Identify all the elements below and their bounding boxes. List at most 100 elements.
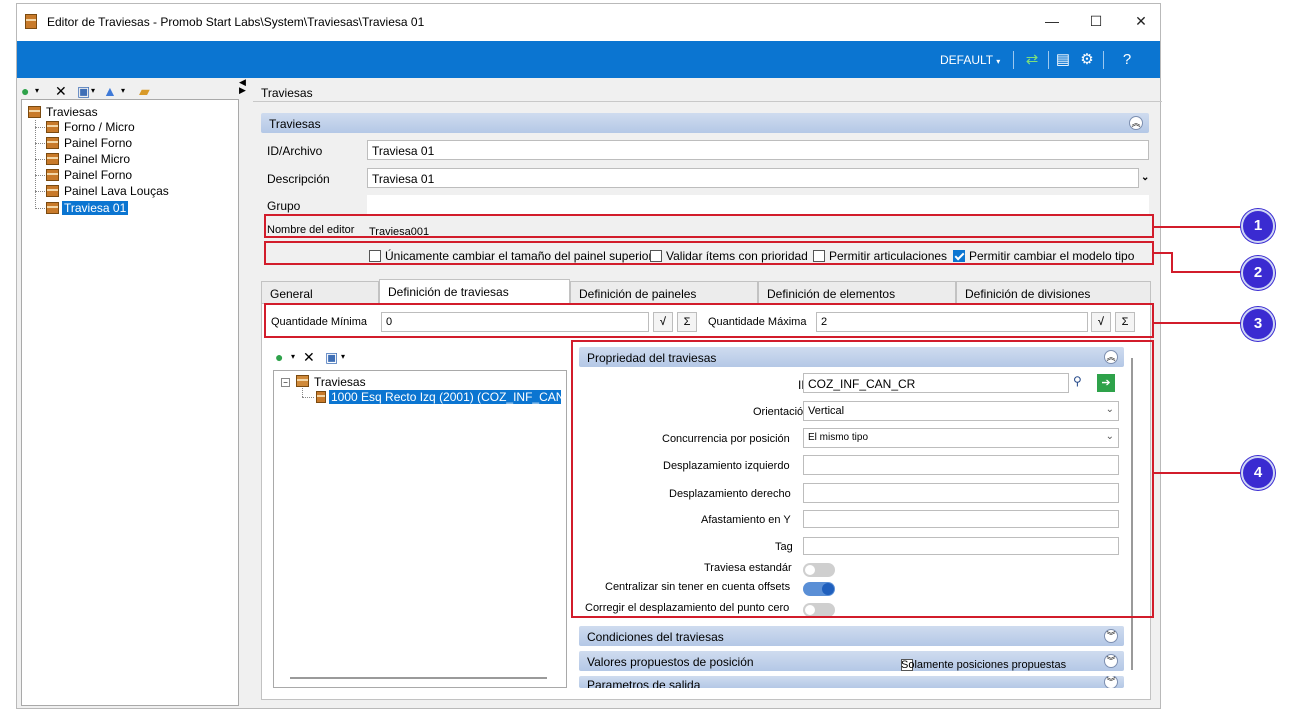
horizontal-scrollbar[interactable] xyxy=(290,677,547,679)
tree-item[interactable]: Painel Forno xyxy=(64,168,132,182)
tree-line xyxy=(302,397,314,398)
tree-line xyxy=(35,159,45,160)
inner-tree-root[interactable]: Traviesas xyxy=(314,375,366,389)
tree-item[interactable]: Painel Lava Louças xyxy=(64,184,169,198)
collapse-icon[interactable]: ︽ xyxy=(1129,116,1143,130)
tree-item[interactable]: Painel Forno xyxy=(64,136,132,150)
inner-tree-item[interactable]: 1000 Esq Recto Izq (2001) (COZ_INF_CAN_C xyxy=(329,390,561,404)
layout-icon[interactable]: ▤ xyxy=(1053,50,1073,70)
tree-item[interactable]: Forno / Micro xyxy=(64,120,135,134)
expand-text-icon[interactable]: ⌄ xyxy=(1141,172,1149,183)
library-tree[interactable]: Traviesas Forno / Micro Painel Forno Pai… xyxy=(21,99,239,706)
callout-line xyxy=(1171,252,1173,272)
id-label: ID/Archivo xyxy=(267,144,323,158)
refresh-icon[interactable]: ⇄ xyxy=(1022,50,1042,70)
collapse-splitter[interactable]: ◀ ▶ xyxy=(239,78,249,98)
settings-icon[interactable]: ⚙ xyxy=(1077,50,1097,70)
close-button[interactable]: ✕ xyxy=(1126,10,1156,34)
add-icon[interactable]: ● xyxy=(21,82,29,100)
copy-icon[interactable]: ▣ xyxy=(325,348,338,366)
expand-icon[interactable]: ︾ xyxy=(1104,676,1118,688)
collapse-node-icon[interactable]: − xyxy=(281,378,290,387)
chevron-down-icon[interactable]: ▾ xyxy=(341,348,345,366)
tree-root[interactable]: Traviesas xyxy=(46,105,98,119)
divider xyxy=(253,101,1162,102)
expand-icon[interactable]: ︾ xyxy=(1104,654,1118,668)
check-label: Solamente posiciones propuestas xyxy=(901,659,1067,671)
traviesa-icon xyxy=(46,153,59,165)
tree-line xyxy=(35,191,45,192)
callout-3: 3 xyxy=(1241,307,1275,341)
section-title: Parametros de salida xyxy=(587,678,701,688)
tree-item[interactable]: Painel Micro xyxy=(64,152,130,166)
callout-line xyxy=(1171,271,1242,273)
callout-line xyxy=(1154,472,1242,474)
tree-line xyxy=(302,388,303,397)
traviesas-header[interactable]: Traviesas ︽ xyxy=(261,113,1149,133)
parametros-header[interactable]: Parametros de salida ︾ xyxy=(579,676,1124,688)
add-icon[interactable]: ● xyxy=(275,348,283,366)
profile-dropdown[interactable]: DEFAULT ▾ xyxy=(940,53,1000,67)
expand-icon[interactable]: ︾ xyxy=(1104,629,1118,643)
traviesas-icon xyxy=(28,106,41,118)
callout-2: 2 xyxy=(1241,256,1275,290)
callout-line xyxy=(1154,252,1172,254)
callout-line xyxy=(1154,322,1242,324)
tab-general[interactable]: General xyxy=(261,281,379,303)
section-title: Valores propuestos de posición xyxy=(587,655,754,669)
delete-icon[interactable]: ✕ xyxy=(303,348,315,366)
chevron-down-icon: ▾ xyxy=(996,57,1001,66)
traviesas-tree[interactable]: − Traviesas 1000 Esq Recto Izq (2001) (C… xyxy=(273,370,567,688)
condiciones-header[interactable]: Condiciones del traviesas ︾ xyxy=(579,626,1124,646)
description-label: Descripción xyxy=(267,172,330,186)
separator xyxy=(1103,51,1104,69)
chevron-down-icon[interactable]: ▾ xyxy=(291,348,295,366)
breadcrumb: Traviesas xyxy=(261,86,313,100)
tab-definicion-divisiones[interactable]: Definición de divisiones xyxy=(956,281,1151,303)
chevron-down-icon[interactable]: ▾ xyxy=(121,82,125,100)
section-title: Traviesas xyxy=(269,117,321,131)
group-input[interactable] xyxy=(367,195,1149,215)
inner-toolbar: ● ▾ ✕ ▣ ▾ xyxy=(275,348,395,368)
highlight-box-4 xyxy=(571,340,1154,618)
maximize-button[interactable]: ☐ xyxy=(1081,10,1111,34)
folder-icon xyxy=(296,375,309,387)
tab-definicion-paineles[interactable]: Definición de paineles xyxy=(570,281,758,303)
group-label: Grupo xyxy=(267,199,301,213)
minimize-button[interactable]: — xyxy=(1037,10,1067,34)
chevron-down-icon[interactable]: ▾ xyxy=(35,82,39,100)
callout-1: 1 xyxy=(1241,209,1275,243)
separator xyxy=(1048,51,1049,69)
copy-icon[interactable]: ▣ xyxy=(77,82,90,100)
chevron-down-icon[interactable]: ▾ xyxy=(91,82,95,100)
delete-icon[interactable]: ✕ xyxy=(55,82,67,100)
folder-icon[interactable]: ▰ xyxy=(139,82,150,100)
traviesa-icon xyxy=(46,137,59,149)
tab-definicion-elementos[interactable]: Definición de elementos xyxy=(758,281,956,303)
tree-line xyxy=(35,175,45,176)
traviesa-icon xyxy=(46,169,59,181)
top-toolbar: DEFAULT ▾ ⇄ ▤ ⚙ ? xyxy=(17,41,1160,78)
traviesa-icon xyxy=(46,185,59,197)
window-title: Editor de Traviesas - Promob Start Labs\… xyxy=(47,15,425,29)
tree-line xyxy=(35,143,45,144)
tree-item-selected[interactable]: Traviesa 01 xyxy=(62,201,129,215)
valores-header[interactable]: Valores propuestos de posición Solamente… xyxy=(579,651,1124,671)
highlight-box-1 xyxy=(264,214,1154,238)
callout-4: 4 xyxy=(1241,456,1275,490)
traviesa-icon xyxy=(46,121,59,133)
help-icon[interactable]: ? xyxy=(1117,50,1137,70)
tab-definicion-traviesas[interactable]: Definición de traviesas xyxy=(379,279,570,303)
id-input[interactable]: Traviesa 01 xyxy=(367,140,1149,160)
highlight-box-2 xyxy=(264,241,1154,265)
tree-line xyxy=(35,208,45,209)
move-up-icon[interactable]: ▲ xyxy=(103,82,117,100)
profile-label: DEFAULT xyxy=(940,53,993,67)
tab-strip: General Definición de traviesas Definici… xyxy=(261,279,1151,305)
separator xyxy=(1013,51,1014,69)
description-input[interactable]: Traviesa 01 xyxy=(367,168,1139,188)
highlight-box-3 xyxy=(264,303,1154,338)
tree-line xyxy=(35,127,45,128)
section-title: Condiciones del traviesas xyxy=(587,630,724,644)
traviesa-icon xyxy=(316,391,326,403)
